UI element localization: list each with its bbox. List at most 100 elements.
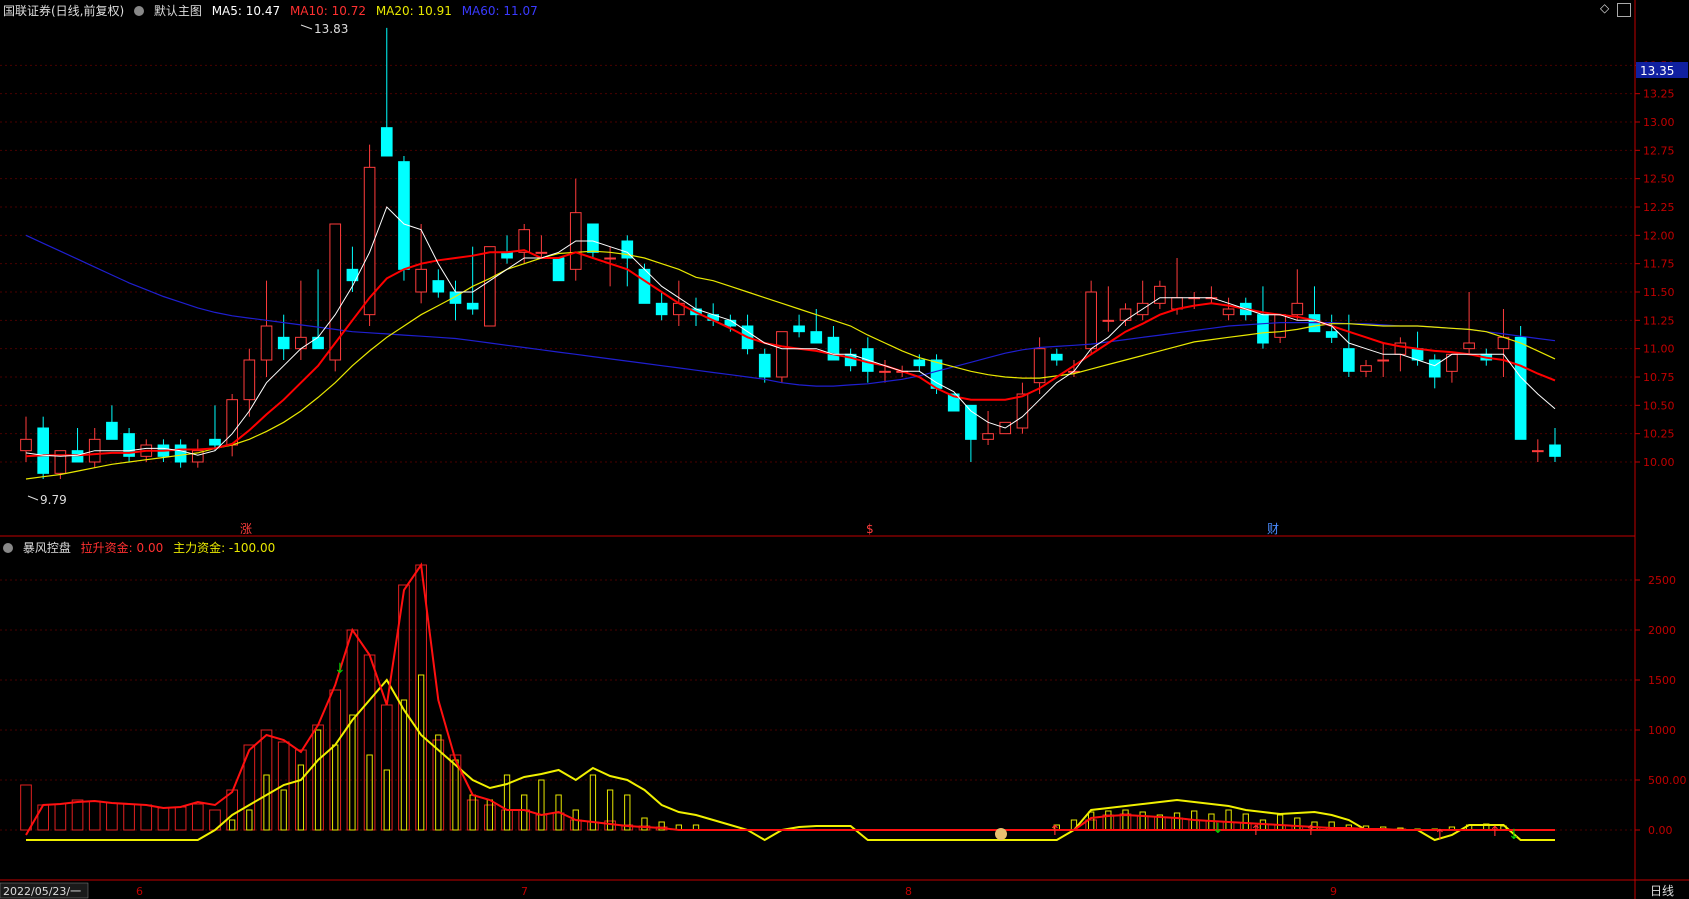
candle [1325,314,1338,343]
candle [1050,348,1063,366]
yellow-capital-bar [349,714,356,831]
price-tick-label: 12.75 [1643,144,1675,157]
yellow-capital-bar [263,774,270,831]
marker-zhang[interactable]: 涨 [240,521,252,536]
indicator-lines [25,562,1555,842]
ma60-line [25,234,1556,387]
red-capital-bar [312,724,324,831]
candle [243,348,256,417]
period-label[interactable]: 日线 [1650,884,1674,898]
price-tick-label: 11.75 [1643,258,1675,271]
red-arrow-icon: ↑ [1305,823,1317,839]
red-capital-bar [1119,813,1132,831]
yellow-capital-bar [366,754,373,831]
yellow-capital-bar [1087,811,1095,831]
yellow-capital-bar [297,764,305,831]
yellow-capital-bar [538,779,545,831]
red-capital-bar [1188,819,1201,831]
red-capital-bar [535,814,548,831]
candle [1119,303,1132,326]
red-capital-bar [552,812,565,831]
candle [260,280,273,377]
candle [484,246,496,327]
red-capital-bar [604,820,616,831]
red-capital-bar [415,564,427,831]
yellow-capital-bar [452,759,459,831]
ma20-value: MA20: 10.91 [375,4,452,18]
candle [1136,280,1149,321]
candle [793,314,805,338]
indicator-name[interactable]: 暴风控盘 [23,541,71,555]
red-capital-bar [54,803,67,831]
yellow-capital-bar [1122,809,1129,831]
red-capital-bar [191,803,204,831]
price-tick-label: 12.25 [1643,201,1675,214]
candle [1171,258,1183,315]
red-capital-bar [466,799,479,831]
candle [982,411,994,445]
indicator-value-2: 主力资金: -100.00 [173,541,276,555]
yellow-capital-bar [641,817,648,831]
ma10-value: MA10: 10.72 [289,4,366,18]
diamond-icon[interactable]: ◇ [1600,1,1609,15]
marker-cai[interactable]: 财 [1267,522,1279,536]
indicator-tick-label: 1000 [1648,724,1676,737]
candle [879,360,891,383]
candle [277,314,290,360]
price-tick-label: 11.50 [1643,286,1675,299]
candle [913,354,926,372]
price-tick-label: 13.25 [1643,88,1675,101]
stock-title[interactable]: 国联证券(日线,前复权) [3,4,124,18]
candle [398,156,410,281]
red-line [25,562,1555,836]
candle [432,269,445,298]
candle [71,428,84,463]
candle [1257,286,1269,349]
main-chart-header: 国联证券(日线,前复权) 默认主图 MA5: 10.47 MA10: 10.72… [3,2,544,19]
indicator-tick-label: 2500 [1648,574,1676,587]
red-capital-bar [363,654,376,831]
red-capital-bar [88,800,101,831]
price-tick-label: 10.50 [1643,399,1675,412]
candle [758,348,771,383]
price-tick-label: 10.25 [1643,428,1675,441]
maximize-icon[interactable] [1617,3,1631,17]
yellow-capital-bar [521,794,528,831]
candle [1428,354,1441,389]
ma5-line [25,206,1556,457]
candlesticks [20,27,1561,479]
candle [1274,314,1286,343]
red-capital-bar [37,804,50,831]
candle [655,292,668,321]
yellow-capital-bar [280,789,287,831]
current-price-value: 13.35 [1640,64,1674,78]
marker-dollar[interactable]: $ [866,522,874,536]
red-arrow-icon: ↑ [1434,827,1446,843]
main-chart-switch-icon[interactable] [134,6,145,16]
candle [106,405,118,440]
indicator-tick-label: 2000 [1648,624,1676,637]
yellow-capital-bar [383,769,390,831]
month-label-8: 8 [905,885,912,898]
yellow-capital-bar [246,809,253,831]
gridlines [0,64,1635,831]
red-capital-bar [123,803,135,831]
indicator-switch-icon[interactable] [3,543,13,553]
candle [776,331,788,383]
red-arrow-icon: ↑ [1049,823,1061,839]
yellow-line [26,678,1555,842]
candle [621,235,634,287]
yellow-capital-bar [1225,809,1232,831]
main-chart-label[interactable]: 默认主图 [154,4,202,18]
high-price-label: 13.83 [314,22,348,36]
price-tick-label: 12.50 [1643,173,1675,186]
red-capital-bar [501,809,513,831]
red-capital-bar [1136,815,1149,831]
money-bag-icon [995,828,1007,840]
indicator-tick-label: 500.00 [1648,774,1687,787]
red-arrow-icon: ↑ [1489,824,1501,840]
red-capital-bar [518,809,531,831]
green-arrow-icon: ↓ [1508,827,1520,843]
red-capital-bar [174,806,187,831]
candle [1291,269,1304,321]
